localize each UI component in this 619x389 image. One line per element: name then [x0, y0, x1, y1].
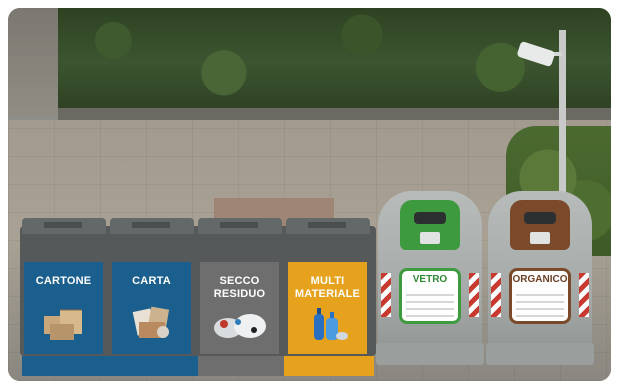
bin-label-cartone: CARTONE	[35, 275, 92, 287]
bell-label-vetro: VETRO	[412, 274, 448, 285]
plastic-bottles-icon	[313, 308, 348, 340]
bin-label-carta: CARTA	[132, 275, 171, 287]
background-wall	[8, 8, 58, 118]
bell-label-organico: ORGANICO	[512, 274, 568, 285]
bell-base	[376, 343, 484, 365]
bin-panel-carta: CARTA	[112, 262, 191, 354]
bin-label-multi-materiale: MULTI MATERIALE	[294, 275, 361, 300]
cardboard-boxes-icon	[43, 309, 82, 340]
residual-waste-icon	[213, 314, 266, 338]
bin-label-secco-residuo: SECCO RESIDUO	[213, 275, 266, 300]
waste-container-row: CARTONE CARTA SECCO RESIDUO MULTI MATERI…	[20, 218, 376, 356]
bin-lid	[286, 218, 370, 234]
bin-panel-cartone: CARTONE	[24, 262, 103, 354]
bin-panel-secco-residuo: SECCO RESIDUO	[200, 262, 279, 354]
paper-icon	[132, 306, 169, 338]
bell-cap-vetro	[400, 200, 460, 250]
bell-container-organico: ORGANICO	[486, 191, 594, 365]
bell-container-vetro: VETRO	[376, 191, 484, 365]
hazard-stripes	[381, 273, 391, 317]
bin-base-stripe-blue	[22, 356, 198, 376]
bin-base-stripe-grey	[198, 356, 284, 376]
bin-lid	[110, 218, 194, 234]
bin-lid	[198, 218, 282, 234]
hazard-stripes	[469, 273, 479, 317]
bell-cap-organico	[510, 200, 570, 250]
photo-frame: CARTONE CARTA SECCO RESIDUO MULTI MATERI…	[8, 8, 611, 381]
glass-bottle-icon	[406, 289, 454, 317]
bell-sticker-organico: ORGANICO	[509, 268, 571, 324]
hedge	[58, 8, 611, 116]
bell-base	[486, 343, 594, 365]
organic-waste-icon	[516, 289, 564, 317]
bell-sticker-vetro: VETRO	[399, 268, 461, 324]
hazard-stripes	[579, 273, 589, 317]
hazard-stripes	[491, 273, 501, 317]
bin-lid	[22, 218, 106, 234]
bin-base-stripe-yellow	[284, 356, 374, 376]
bin-panel-multi-materiale: MULTI MATERIALE	[288, 262, 367, 354]
